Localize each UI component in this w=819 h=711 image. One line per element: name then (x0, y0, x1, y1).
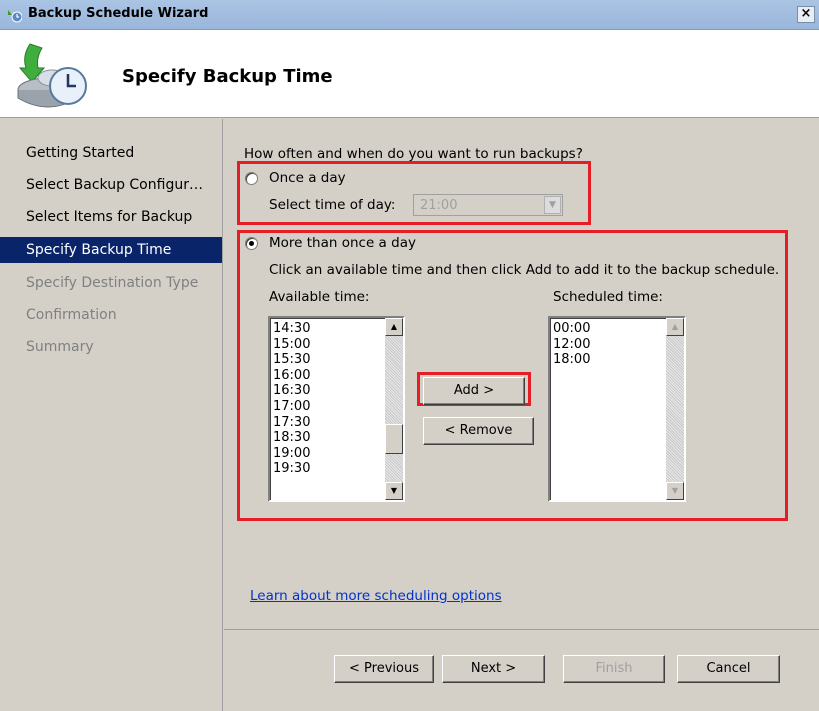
available-time-list[interactable]: 14:30 15:00 15:30 16:00 16:30 17:00 17:3… (268, 316, 405, 502)
available-time-label: Available time: (269, 289, 370, 305)
available-time-items: 14:30 15:00 15:30 16:00 16:30 17:00 17:3… (270, 318, 403, 477)
schedule-question: How often and when do you want to run ba… (244, 146, 583, 162)
wizard-footer: < Previous Next > Finish Cancel (224, 629, 819, 711)
main-panel: How often and when do you want to run ba… (224, 119, 819, 629)
once-a-day-label[interactable]: Once a day (269, 170, 346, 186)
scheduling-options-link[interactable]: Learn about more scheduling options (250, 588, 502, 604)
step-select-items-for-backup: Select Items for Backup (26, 209, 193, 225)
select-time-label: Select time of day: (269, 197, 396, 213)
once-a-day-radio[interactable] (245, 172, 258, 185)
available-time-item[interactable]: 16:30 (270, 383, 403, 399)
more-than-once-label[interactable]: More than once a day (269, 235, 416, 251)
available-time-item[interactable]: 15:00 (270, 337, 403, 353)
remove-button-label: < Remove (444, 423, 513, 438)
scheduled-time-list[interactable]: 00:00 12:00 18:00 ▲ ▼ (548, 316, 686, 502)
more-than-once-radio[interactable] (245, 237, 258, 250)
scheduled-time-item[interactable]: 00:00 (550, 321, 684, 337)
step-select-backup-configuration: Select Backup Configur… (26, 177, 203, 193)
available-time-item[interactable]: 17:00 (270, 399, 403, 415)
schedule-instruction: Click an available time and then click A… (269, 262, 780, 278)
chevron-down-icon[interactable]: ▼ (544, 196, 561, 214)
close-button[interactable]: × (797, 6, 815, 23)
scheduled-time-item[interactable]: 12:00 (550, 337, 684, 353)
previous-button-label: < Previous (349, 661, 419, 676)
available-time-item[interactable]: 16:00 (270, 368, 403, 384)
available-time-item[interactable]: 18:30 (270, 430, 403, 446)
page-title: Specify Backup Time (122, 66, 333, 87)
scheduled-time-label: Scheduled time: (553, 289, 663, 305)
scheduled-time-items: 00:00 12:00 18:00 (550, 318, 684, 368)
remove-button[interactable]: < Remove (423, 417, 534, 445)
step-confirmation: Confirmation (26, 307, 117, 323)
step-specify-backup-time: Specify Backup Time (0, 237, 222, 263)
available-time-item[interactable]: 15:30 (270, 352, 403, 368)
cancel-button[interactable]: Cancel (677, 655, 780, 683)
wizard-step-list: Getting Started Select Backup Configur… … (0, 119, 223, 711)
add-button[interactable]: Add > (423, 377, 525, 405)
step-getting-started: Getting Started (26, 145, 135, 161)
scroll-up-icon[interactable]: ▲ (385, 318, 403, 336)
finish-button[interactable]: Finish (563, 655, 665, 683)
time-of-day-select[interactable]: 21:00 ▼ (413, 194, 563, 216)
previous-button[interactable]: < Previous (334, 655, 434, 683)
scheduled-list-scrollbar[interactable]: ▲ ▼ (666, 318, 684, 500)
title-bar[interactable]: Backup Schedule Wizard × (0, 0, 819, 30)
wizard-header: Specify Backup Time (0, 30, 819, 118)
scheduled-time-item[interactable]: 18:00 (550, 352, 684, 368)
backup-clock-icon (17, 43, 87, 108)
next-button[interactable]: Next > (442, 655, 545, 683)
scroll-up-icon[interactable]: ▲ (666, 318, 684, 336)
step-specify-destination-type: Specify Destination Type (26, 275, 199, 291)
add-button-label: Add > (453, 383, 495, 398)
next-button-label: Next > (470, 661, 517, 676)
close-icon: × (800, 6, 812, 21)
available-time-item[interactable]: 19:00 (270, 446, 403, 462)
available-time-item[interactable]: 14:30 (270, 321, 403, 337)
available-time-item[interactable]: 17:30 (270, 415, 403, 431)
window-title: Backup Schedule Wizard (28, 6, 209, 21)
scroll-down-icon[interactable]: ▼ (666, 482, 684, 500)
scroll-thumb[interactable] (385, 424, 403, 454)
step-summary: Summary (26, 339, 94, 355)
time-of-day-value: 21:00 (420, 198, 458, 213)
available-list-scrollbar[interactable]: ▲ ▼ (385, 318, 403, 500)
backup-app-icon (8, 10, 22, 23)
available-time-item[interactable]: 19:30 (270, 461, 403, 477)
finish-button-label: Finish (595, 661, 633, 676)
scroll-down-icon[interactable]: ▼ (385, 482, 403, 500)
cancel-button-label: Cancel (706, 661, 751, 676)
